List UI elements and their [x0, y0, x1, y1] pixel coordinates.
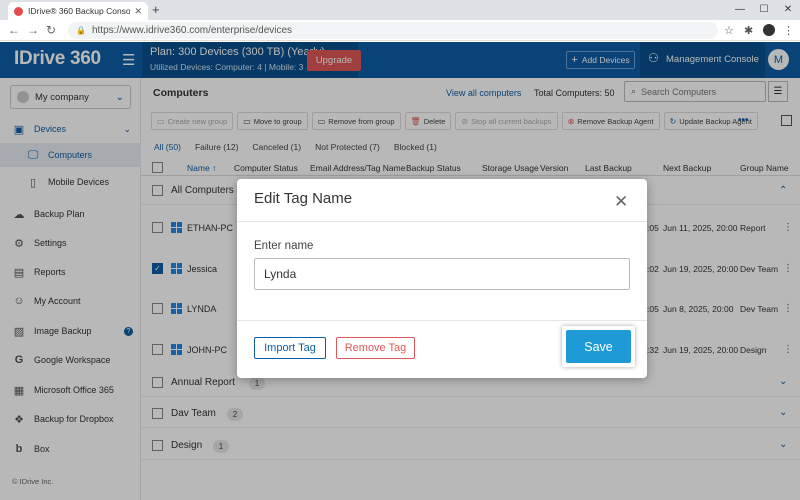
save-button[interactable]: Save: [566, 330, 631, 363]
extensions-icon[interactable]: ✱: [744, 24, 753, 37]
reload-icon[interactable]: ↻: [46, 23, 56, 37]
divider: [237, 320, 647, 321]
url-field[interactable]: 🔒 https://www.idrive360.com/enterprise/d…: [68, 22, 718, 39]
import-tag-button[interactable]: Import Tag: [254, 337, 326, 359]
forward-icon[interactable]: →: [27, 23, 39, 37]
tag-name-input[interactable]: [254, 258, 630, 290]
window-controls: — ☐ ✕: [728, 0, 800, 20]
divider: [237, 221, 647, 222]
browser-tab[interactable]: IDrive® 360 Backup Console for ✕: [8, 2, 148, 20]
maximize-icon[interactable]: ☐: [752, 0, 776, 20]
url-text: https://www.idrive360.com/enterprise/dev…: [91, 25, 293, 36]
lock-icon: 🔒: [76, 26, 86, 35]
back-icon[interactable]: ←: [8, 23, 20, 37]
name-field-label: Enter name: [254, 240, 314, 252]
dialog-title: Edit Tag Name: [254, 190, 353, 207]
browser-profile-icon[interactable]: [763, 24, 775, 36]
remove-tag-button[interactable]: Remove Tag: [336, 337, 415, 359]
idrive-favicon-icon: [14, 6, 23, 16]
browser-menu-icon[interactable]: ⋮: [783, 24, 794, 37]
close-tab-icon[interactable]: ✕: [134, 6, 142, 17]
star-icon[interactable]: ☆: [724, 24, 734, 37]
close-icon[interactable]: ✕: [614, 192, 628, 212]
tab-title: IDrive® 360 Backup Console for: [28, 6, 131, 16]
close-window-icon[interactable]: ✕: [776, 0, 800, 20]
minimize-icon[interactable]: —: [728, 0, 752, 20]
new-tab-icon[interactable]: +: [152, 2, 160, 17]
